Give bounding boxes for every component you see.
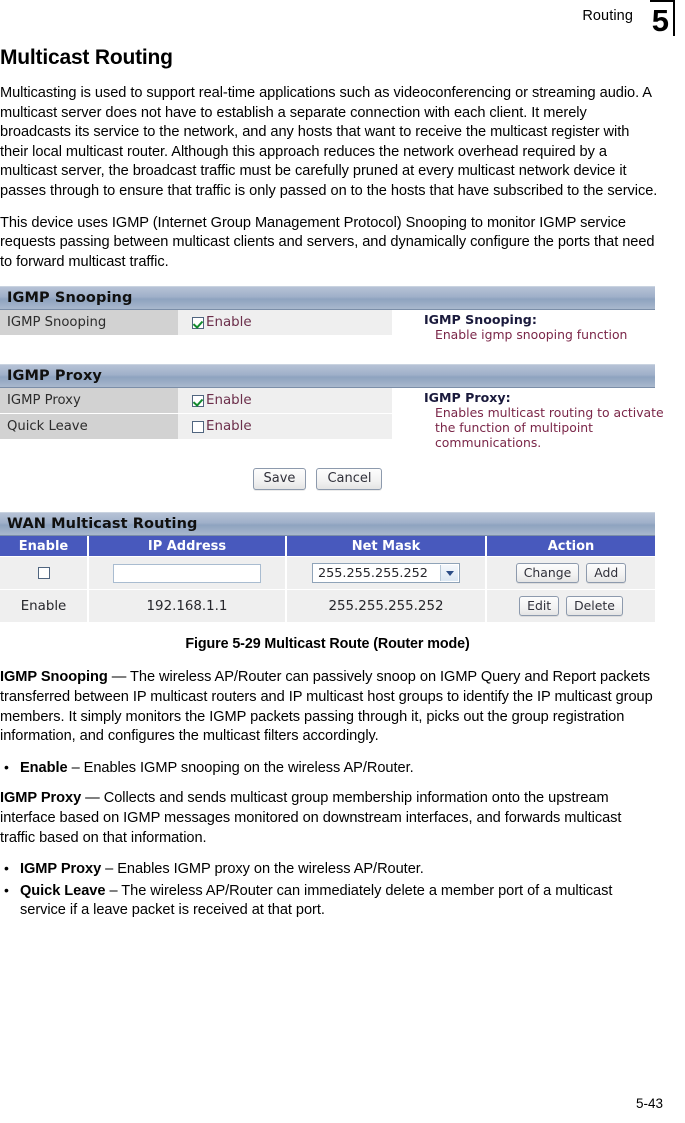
wan-multicast-routing-panel-title: WAN Multicast Routing	[7, 516, 198, 533]
new-entry-enable-cell	[0, 556, 89, 591]
column-header-action: Action	[486, 536, 655, 558]
igmp-proxy-description-text: — Collects and sends multicast group mem…	[0, 790, 622, 846]
page-title: Multicast Routing	[0, 46, 173, 69]
igmp-snooping-panel-title: IGMP Snooping	[7, 290, 133, 307]
igmp-snooping-help: IGMP Snooping: Enable igmp snooping func…	[424, 312, 667, 342]
add-button[interactable]: Add	[586, 563, 627, 584]
list-item: • IGMP Proxy – Enables IGMP proxy on the …	[0, 860, 660, 880]
igmp-proxy-enable-checkbox-wrap[interactable]: Enable	[192, 393, 252, 409]
bullet-term-enable: Enable	[20, 759, 68, 776]
igmp-proxy-enable-label: Enable	[206, 393, 252, 409]
wan-multicast-routing-table: Enable IP Address Net Mask Action 255.25…	[0, 536, 655, 624]
igmp-proxy-row-field-cell: Enable	[178, 388, 392, 415]
quick-leave-row-label: Quick Leave	[7, 419, 88, 435]
igmp-proxy-term: IGMP Proxy	[0, 790, 82, 807]
change-button[interactable]: Change	[515, 563, 580, 584]
intro-paragraph-2: This device uses IGMP (Internet Group Ma…	[0, 214, 655, 270]
quick-leave-row-label-cell: Quick Leave	[0, 414, 178, 441]
igmp-snooping-row-label-cell: IGMP Snooping	[0, 310, 178, 337]
table-row-new-entry: 255.255.255.252 Change Add	[0, 556, 655, 591]
igmp-proxy-enable-checkbox[interactable]	[192, 394, 204, 407]
column-header-ip-address: IP Address	[88, 536, 287, 558]
igmp-proxy-help-title: IGMP Proxy:	[424, 390, 511, 406]
bullet-term-quick-leave: Quick Leave	[20, 882, 106, 899]
igmp-snooping-row-label: IGMP Snooping	[7, 315, 107, 331]
list-item: • Quick Leave – The wireless AP/Router ca…	[0, 882, 660, 921]
page-header: Routing 5	[0, 0, 685, 40]
edit-button[interactable]: Edit	[519, 596, 560, 617]
wan-multicast-routing-panel: WAN Multicast Routing Enable IP Address …	[0, 512, 655, 624]
quick-leave-enable-label: Enable	[206, 419, 252, 435]
bullet-text-quick-leave: – The wireless AP/Router can immediately…	[20, 882, 613, 919]
row-ip-address-value: 192.168.1.1	[88, 589, 287, 624]
page-number-footer: 5-43	[635, 1096, 663, 1111]
igmp-snooping-bullet-list: • Enable – Enables IGMP snooping on the w…	[0, 759, 660, 779]
column-header-enable: Enable	[0, 536, 89, 558]
bullet-text-enable: – Enables IGMP snooping on the wireless …	[67, 759, 414, 776]
row-action-buttons: Edit Delete	[487, 596, 655, 617]
igmp-proxy-panel-bar: IGMP Proxy	[0, 364, 655, 389]
bullet-dot-icon: •	[4, 758, 9, 775]
figure-multicast-route: IGMP Snooping IGMP Snooping Enable IGMP …	[0, 286, 664, 653]
igmp-snooping-row-field-cell: Enable	[178, 310, 392, 337]
chapter-number: 5	[649, 0, 675, 36]
table-row: Enable 192.168.1.1 255.255.255.252 Edit …	[0, 589, 655, 624]
save-button[interactable]: Save	[252, 468, 307, 491]
wan-multicast-routing-panel-bar: WAN Multicast Routing	[0, 512, 655, 537]
igmp-proxy-panel-title: IGMP Proxy	[7, 368, 102, 385]
igmp-proxy-help: IGMP Proxy: Enables multicast routing to…	[424, 390, 667, 450]
cancel-button[interactable]: Cancel	[316, 468, 383, 491]
igmp-proxy-description: IGMP Proxy — Collects and sends multicas…	[0, 789, 660, 848]
new-entry-netmask-cell: 255.255.255.252	[286, 556, 487, 591]
igmp-proxy-bullet-list: • IGMP Proxy – Enables IGMP proxy on the …	[0, 860, 660, 921]
igmp-snooping-enable-label: Enable	[206, 315, 252, 331]
ip-address-input[interactable]	[113, 563, 261, 583]
delete-button[interactable]: Delete	[566, 596, 623, 617]
igmp-proxy-panel: IGMP Proxy IGMP Proxy Enable Quick Leave	[0, 364, 664, 450]
row-net-mask-value: 255.255.255.252	[286, 589, 487, 624]
igmp-snooping-help-title: IGMP Snooping:	[424, 312, 537, 328]
bullet-term-igmp-proxy: IGMP Proxy	[20, 861, 102, 878]
igmp-proxy-row-label-cell: IGMP Proxy	[0, 388, 178, 415]
new-entry-enable-checkbox[interactable]	[37, 567, 50, 580]
igmp-snooping-description: IGMP Snooping — The wireless AP/Router c…	[0, 668, 660, 746]
new-entry-ip-cell	[88, 556, 287, 591]
quick-leave-enable-checkbox-wrap[interactable]: Enable	[192, 419, 252, 435]
igmp-snooping-panel-bar: IGMP Snooping	[0, 286, 655, 311]
net-mask-selected-value: 255.255.255.252	[318, 565, 428, 581]
new-entry-action-buttons: Change Add	[487, 563, 655, 584]
bullet-dot-icon: •	[4, 860, 9, 877]
running-head: Routing	[582, 8, 633, 24]
chevron-down-icon[interactable]	[440, 565, 458, 582]
igmp-snooping-panel: IGMP Snooping IGMP Snooping Enable IGMP …	[0, 286, 655, 342]
column-header-net-mask: Net Mask	[286, 536, 487, 558]
new-entry-checkbox-wrap[interactable]	[0, 567, 87, 580]
net-mask-select[interactable]: 255.255.255.252	[312, 563, 460, 584]
igmp-snooping-term: IGMP Snooping	[0, 669, 108, 686]
list-item: • Enable – Enables IGMP snooping on the w…	[0, 759, 660, 779]
page-content: Multicast Routing Multicasting is used t…	[0, 46, 664, 932]
quick-leave-row-field-cell: Enable	[178, 414, 392, 441]
new-entry-action-cell: Change Add	[486, 556, 655, 591]
figure-caption: Figure 5-29 Multicast Route (Router mode…	[185, 636, 470, 653]
igmp-snooping-enable-checkbox-wrap[interactable]: Enable	[192, 315, 252, 331]
igmp-snooping-enable-checkbox[interactable]	[192, 316, 204, 329]
bullet-dot-icon: •	[4, 881, 9, 898]
igmp-proxy-row-label: IGMP Proxy	[7, 393, 81, 409]
quick-leave-enable-checkbox[interactable]	[192, 420, 204, 433]
row-enable-value: Enable	[0, 589, 89, 624]
igmp-snooping-help-body: Enable igmp snooping function	[435, 327, 628, 343]
bullet-text-igmp-proxy: – Enables IGMP proxy on the wireless AP/…	[101, 861, 424, 878]
table-header-row: Enable IP Address Net Mask Action	[0, 536, 655, 558]
intro-paragraph-1: Multicasting is used to support real-tim…	[0, 85, 658, 199]
row-action-cell: Edit Delete	[486, 589, 655, 624]
igmp-proxy-help-body: Enables multicast routing to activate th…	[435, 405, 664, 451]
